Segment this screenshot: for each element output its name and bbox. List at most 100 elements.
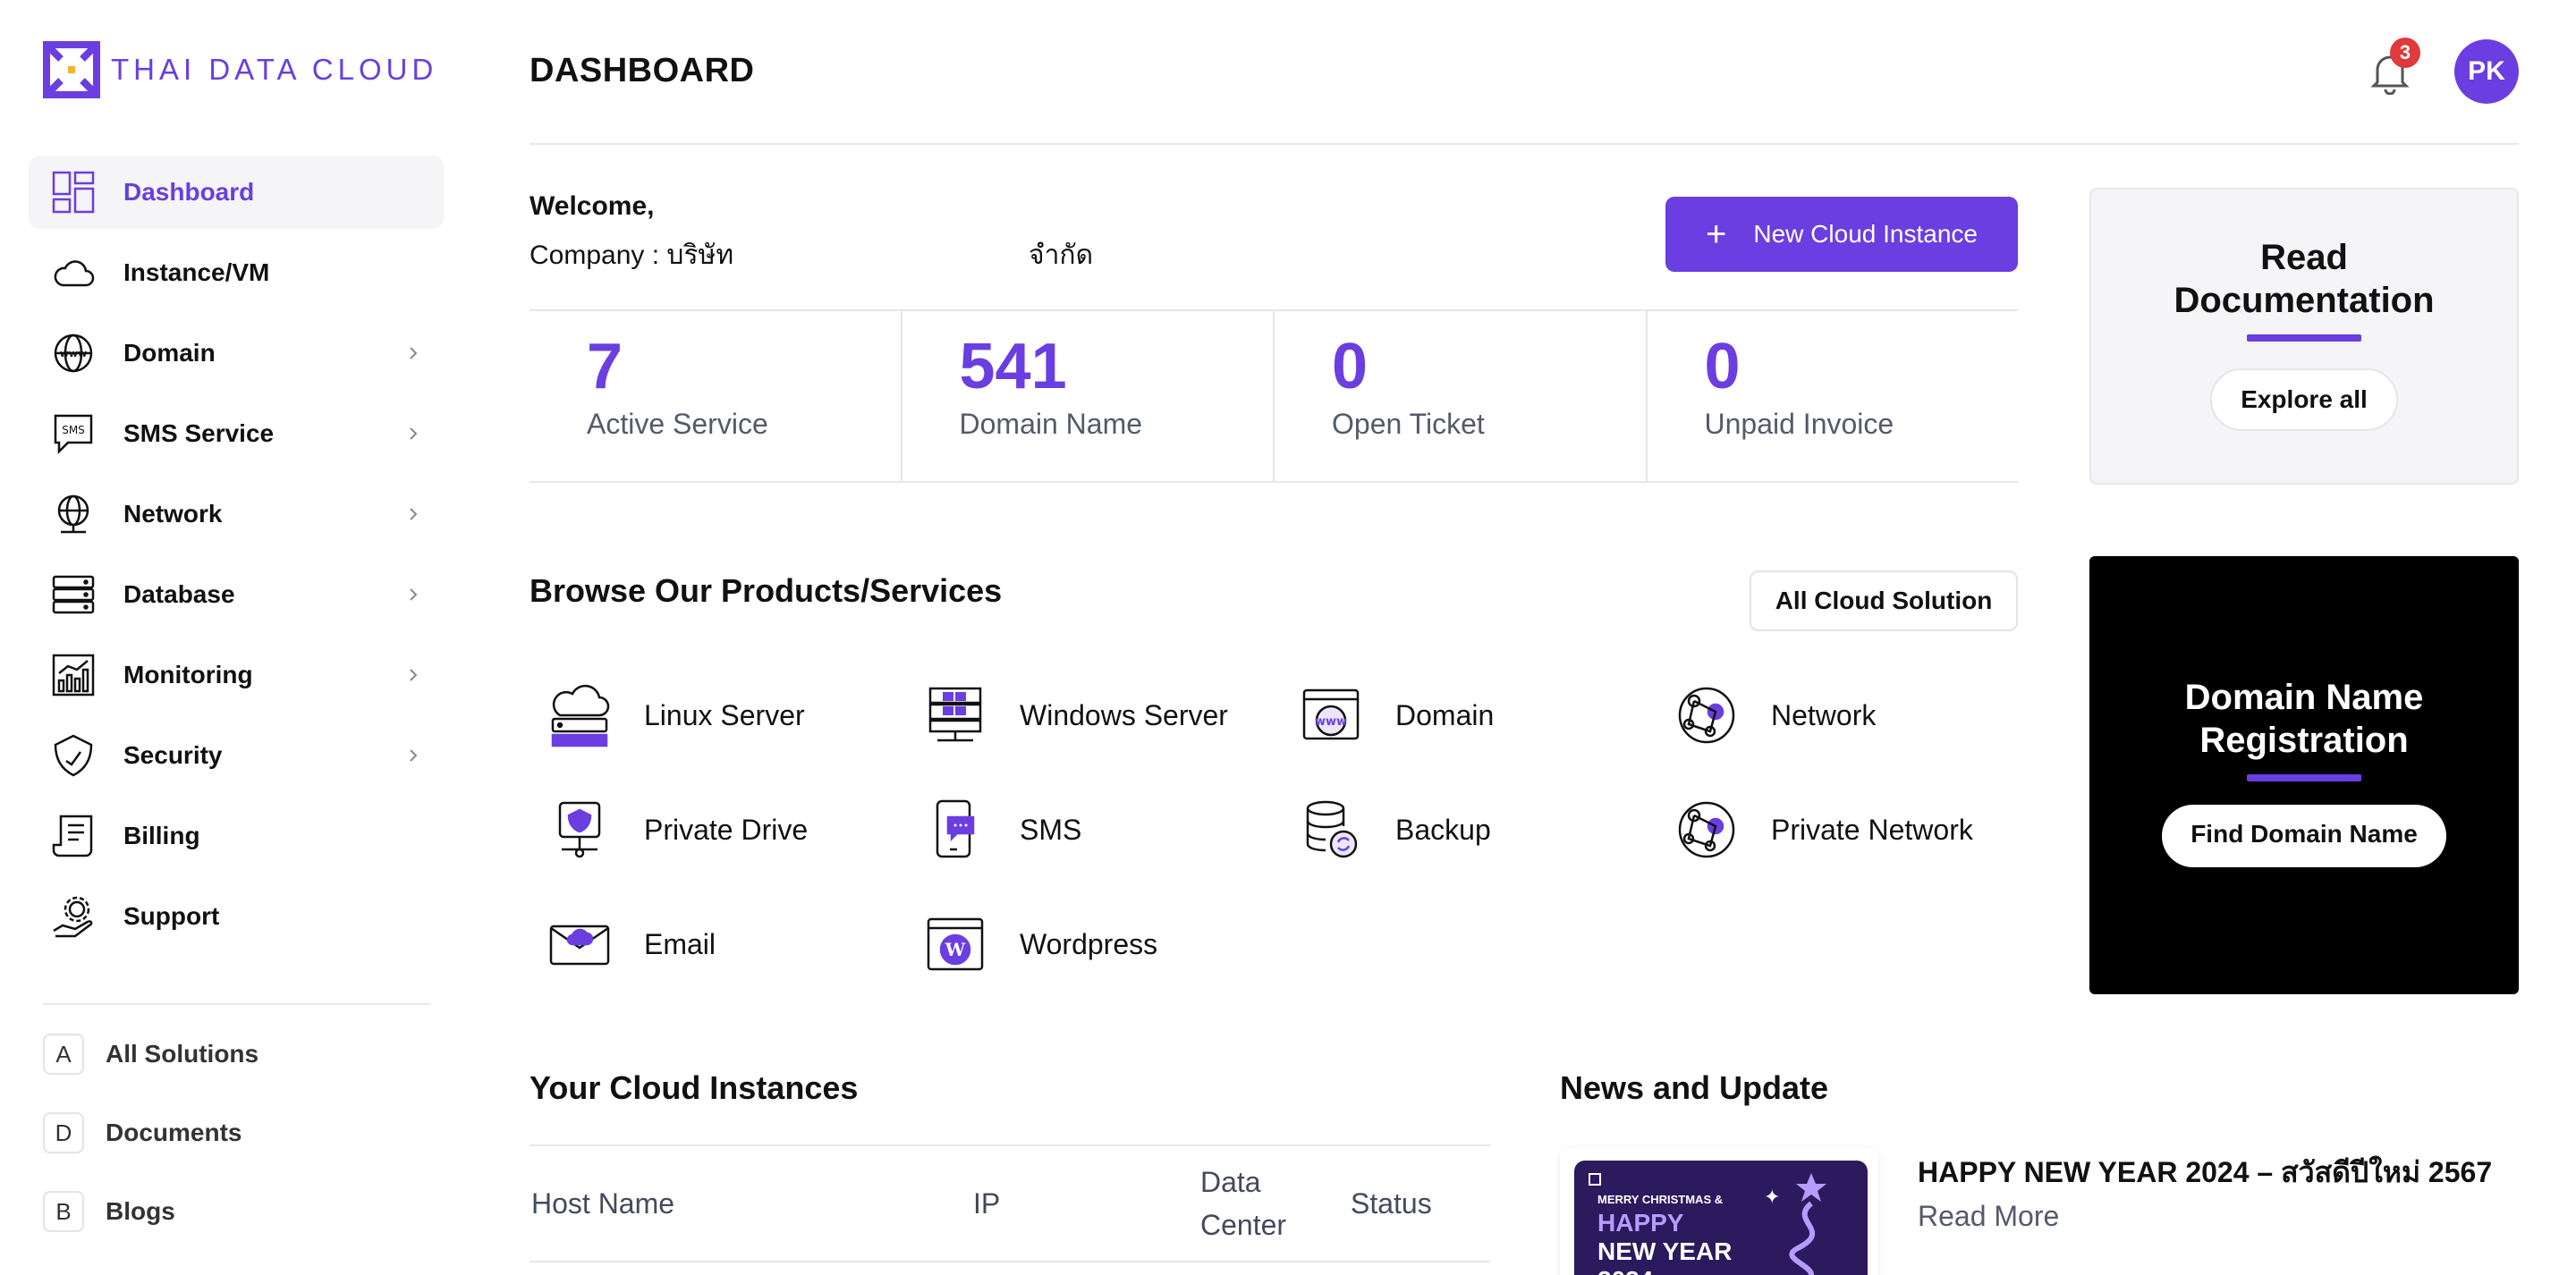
- product-private-network[interactable]: Private Network: [1671, 794, 1973, 865]
- sidebar-item-label: Dashboard: [123, 178, 255, 206]
- column-header-status[interactable]: Status: [1351, 1187, 1432, 1220]
- plus-icon: +: [1706, 215, 1727, 254]
- stat-label: Unpaid Invoice: [1704, 408, 1894, 440]
- sidebar-item-billing[interactable]: Billing: [29, 799, 444, 873]
- news-thumbnail[interactable]: MERRY CHRISTMAS & HAPPY NEW YEAR 2024 ✦: [1560, 1148, 1878, 1275]
- sidebar-item-label: Billing: [123, 822, 200, 849]
- sidebar-link-documents[interactable]: D Documents: [43, 1112, 242, 1153]
- wordpress-icon: W: [919, 908, 991, 980]
- stats-row: 7 Active Service 541 Domain Name 0 Open …: [530, 309, 2018, 483]
- avatar[interactable]: PK: [2454, 39, 2519, 104]
- letter-d-icon: D: [43, 1112, 84, 1153]
- product-label: Backup: [1395, 813, 1491, 846]
- accent-bar: [2247, 774, 2361, 781]
- sms-phone-icon: [919, 794, 991, 865]
- chevron-right-icon: [410, 749, 418, 762]
- sidebar-item-sms-service[interactable]: SMS SMS Service: [29, 397, 444, 470]
- stat-active-service[interactable]: 7 Active Service: [530, 311, 902, 481]
- globe-www-icon: www: [50, 330, 97, 376]
- product-label: Private Drive: [644, 813, 809, 846]
- product-label: Windows Server: [1020, 698, 1228, 731]
- domain-www-icon: www: [1295, 680, 1367, 751]
- table-header-border: [530, 1261, 1490, 1262]
- domain-title-line1: Domain Name: [2184, 678, 2424, 717]
- sidebar-link-label: Documents: [106, 1119, 242, 1146]
- stat-value: 541: [959, 331, 1067, 402]
- cloud-icon: [50, 249, 97, 296]
- read-documentation-card: Read Documentation Explore all: [2089, 188, 2519, 485]
- news-thumbnail-image: MERRY CHRISTMAS & HAPPY NEW YEAR 2024 ✦: [1574, 1161, 1868, 1275]
- stat-value: 0: [1704, 331, 1741, 402]
- stat-domain-name[interactable]: 541 Domain Name: [902, 311, 1275, 481]
- product-label: Linux Server: [644, 698, 805, 731]
- sidebar-item-network[interactable]: Network: [29, 477, 444, 551]
- product-sms[interactable]: SMS: [919, 794, 1081, 865]
- database-server-icon: [50, 571, 97, 618]
- doc-card-title: Read Documentation: [2091, 236, 2517, 322]
- company-suffix: จำกัด: [1029, 241, 1094, 270]
- explore-all-button[interactable]: Explore all: [2210, 368, 2398, 431]
- support-gear-hand-icon: [50, 893, 97, 940]
- brand-name: THAI DATA CLOUD: [111, 53, 438, 86]
- letter-a-icon: A: [43, 1034, 84, 1075]
- welcome-text: Welcome,: [530, 191, 655, 221]
- logo-mark-icon: [43, 41, 100, 98]
- brand-logo[interactable]: THAI DATA CLOUD: [43, 41, 437, 98]
- product-private-drive[interactable]: Private Drive: [544, 794, 808, 865]
- sidebar-divider: [43, 1003, 431, 1005]
- product-label: Email: [644, 927, 716, 960]
- sidebar-item-instance-vm[interactable]: Instance/VM: [29, 236, 444, 309]
- sidebar-item-label: Instance/VM: [123, 258, 270, 286]
- private-network-icon: [1671, 794, 1742, 865]
- billing-receipt-icon: [50, 813, 97, 859]
- stat-open-ticket[interactable]: 0 Open Ticket: [1275, 311, 1648, 481]
- product-label: Wordpress: [1020, 927, 1158, 960]
- product-label: Domain: [1395, 698, 1495, 731]
- monitoring-chart-icon: [50, 652, 97, 698]
- windows-server-icon: [919, 680, 991, 751]
- thumb-line4: 2024: [1597, 1266, 1653, 1275]
- find-domain-name-button[interactable]: Find Domain Name: [2162, 805, 2446, 867]
- chevron-right-icon: [410, 508, 418, 520]
- column-header-host-name[interactable]: Host Name: [531, 1187, 674, 1220]
- sidebar: THAI DATA CLOUD Dashboard Instance/VM ww…: [0, 0, 474, 1275]
- thumb-logo-icon: [1589, 1173, 1601, 1186]
- column-header-center[interactable]: Center: [1200, 1209, 1286, 1242]
- svg-text:W: W: [945, 939, 966, 960]
- network-globe-icon: [50, 491, 97, 537]
- stat-unpaid-invoice[interactable]: 0 Unpaid Invoice: [1648, 311, 2019, 481]
- product-linux-server[interactable]: Linux Server: [544, 680, 805, 751]
- sidebar-item-dashboard[interactable]: Dashboard: [29, 156, 444, 229]
- thumb-line2: HAPPY: [1597, 1209, 1684, 1237]
- domain-registration-card: Domain Name Registration Find Domain Nam…: [2089, 556, 2519, 994]
- news-headline[interactable]: HAPPY NEW YEAR 2024 – สวัสดีปีใหม่ 2567: [1918, 1150, 2492, 1195]
- page-title: DASHBOARD: [530, 52, 755, 89]
- product-windows-server[interactable]: Windows Server: [919, 680, 1228, 751]
- sidebar-item-label: Monitoring: [123, 661, 253, 688]
- all-cloud-solution-button[interactable]: All Cloud Solution: [1750, 570, 2018, 631]
- accent-bar: [2247, 334, 2361, 342]
- notification-badge: 3: [2390, 38, 2420, 68]
- sidebar-item-support[interactable]: Support: [29, 880, 444, 953]
- product-email[interactable]: Email: [544, 908, 716, 980]
- read-more-link[interactable]: Read More: [1918, 1200, 2059, 1233]
- network-icon: [1671, 680, 1742, 751]
- product-network[interactable]: Network: [1671, 680, 1876, 751]
- stat-label: Active Service: [587, 408, 768, 440]
- new-cloud-instance-button[interactable]: + New Cloud Instance: [1665, 197, 2018, 272]
- stat-label: Domain Name: [959, 408, 1143, 440]
- column-header-ip[interactable]: IP: [973, 1187, 1000, 1220]
- product-domain[interactable]: www Domain: [1295, 680, 1494, 751]
- sidebar-item-database[interactable]: Database: [29, 558, 444, 631]
- product-backup[interactable]: Backup: [1295, 794, 1491, 865]
- sidebar-link-blogs[interactable]: B Blogs: [43, 1191, 175, 1232]
- sidebar-link-all-solutions[interactable]: A All Solutions: [43, 1034, 258, 1075]
- thumb-line3: NEW YEAR: [1597, 1237, 1733, 1265]
- sidebar-item-security[interactable]: Security: [29, 719, 444, 792]
- column-header-data[interactable]: Data: [1200, 1166, 1261, 1199]
- shield-cloud-icon: [50, 732, 97, 779]
- sidebar-item-domain[interactable]: www Domain: [29, 317, 444, 390]
- sidebar-item-monitoring[interactable]: Monitoring: [29, 638, 444, 712]
- doc-title-line2: Documentation: [2174, 281, 2435, 320]
- product-wordpress[interactable]: W Wordpress: [919, 908, 1157, 980]
